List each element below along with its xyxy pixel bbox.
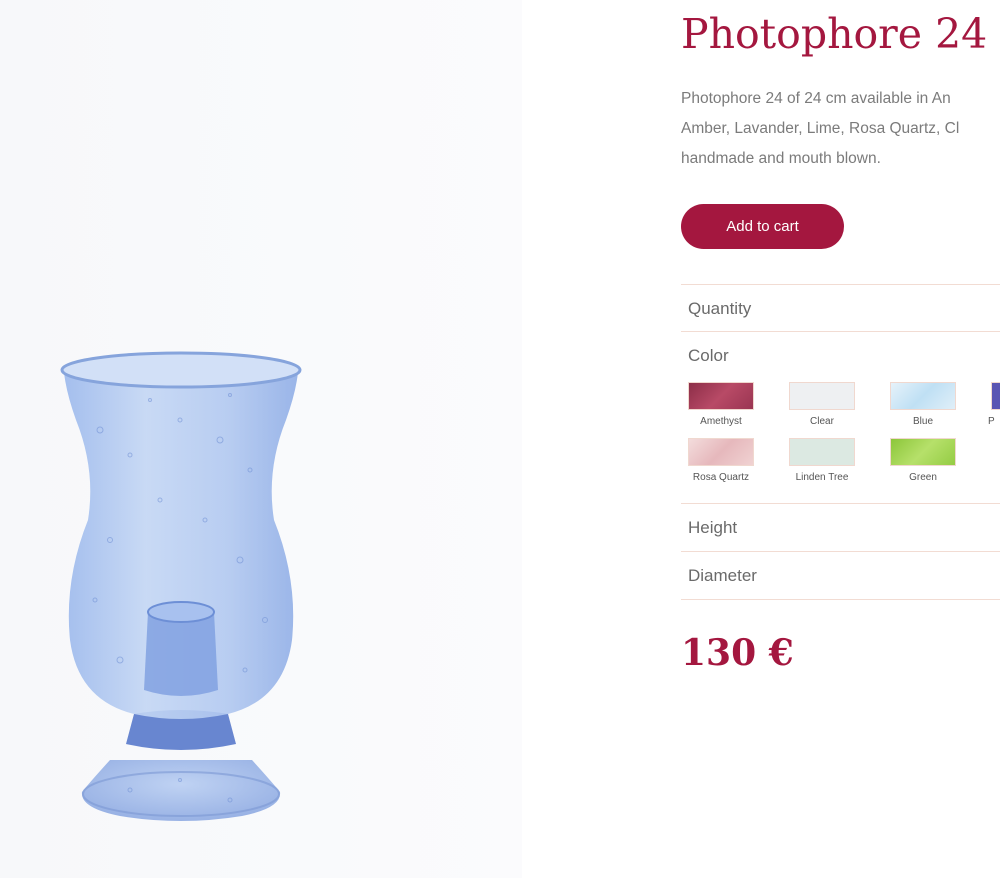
color-swatch-partial[interactable]: P	[984, 382, 1000, 427]
product-price: 130 €	[681, 632, 794, 674]
color-swatch-rosa-quartz[interactable]: Rosa Quartz	[681, 438, 754, 483]
add-to-cart-button[interactable]: Add to cart	[681, 204, 844, 249]
swatch-label: Amethyst	[700, 416, 742, 427]
product-description: Photophore 24 of 24 cm available in An A…	[681, 84, 1000, 174]
height-label: Height	[688, 518, 738, 537]
diameter-label: Diameter	[688, 566, 757, 585]
product-photo	[0, 0, 522, 878]
quantity-label: Quantity	[688, 299, 752, 318]
swatch-label: Linden Tree	[795, 472, 849, 483]
height-row[interactable]: Height	[681, 503, 1000, 551]
swatch-chip	[688, 382, 754, 410]
swatch-label: Blue	[912, 416, 933, 427]
swatch-chip	[991, 382, 1000, 410]
glass-photophore-image	[60, 351, 302, 821]
swatch-label: Green	[909, 472, 937, 483]
description-line: handmade and mouth blown.	[681, 150, 881, 167]
swatch-chip	[789, 382, 855, 410]
swatch-label: Clear	[810, 416, 834, 427]
swatch-chip	[890, 438, 956, 466]
color-swatch-linden-tree[interactable]: Linden Tree	[782, 438, 855, 483]
color-swatch-clear[interactable]: Clear	[782, 382, 855, 427]
swatch-chip	[890, 382, 956, 410]
quantity-row[interactable]: Quantity	[681, 284, 1000, 332]
description-line: Photophore 24 of 24 cm available in An	[681, 90, 951, 107]
swatch-label: Rosa Quartz	[692, 472, 750, 483]
attributes-bottom-divider	[681, 599, 1000, 600]
diameter-row[interactable]: Diameter	[681, 551, 1000, 599]
product-title: Photophore 24	[681, 10, 988, 58]
product-info-panel: Photophore 24 Photophore 24 of 24 cm ava…	[681, 0, 1000, 878]
swatch-chip	[789, 438, 855, 466]
description-line: Amber, Lavander, Lime, Rosa Quartz, Cl	[681, 120, 960, 137]
swatch-chip	[688, 438, 754, 466]
color-row-header: Color	[681, 331, 1000, 379]
color-swatch-blue[interactable]: Blue	[883, 382, 956, 427]
swatch-label: P	[988, 416, 995, 427]
color-swatch-amethyst[interactable]: Amethyst	[681, 382, 754, 427]
color-label: Color	[688, 346, 729, 365]
color-swatch-green[interactable]: Green	[883, 438, 956, 483]
